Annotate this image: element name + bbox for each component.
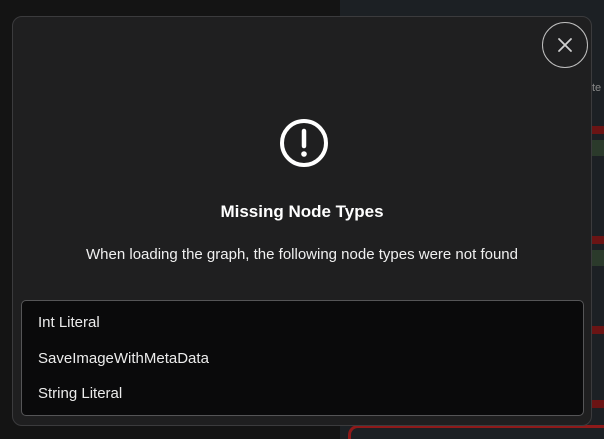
missing-node-types-dialog: Missing Node Types When loading the grap…	[12, 16, 592, 426]
close-button[interactable]	[542, 22, 588, 68]
dialog-message: When loading the graph, the following no…	[86, 246, 518, 263]
list-item: String Literal	[38, 385, 123, 402]
background-node-outline	[348, 425, 604, 439]
dialog-title: Missing Node Types	[220, 202, 384, 221]
list-item: SaveImageWithMetaData	[38, 349, 209, 367]
list-item: Int Literal	[38, 314, 100, 331]
missing-node-list: Int Literal SaveImageWithMetaData String…	[21, 300, 584, 416]
exclamation-circle-icon	[280, 119, 328, 167]
background-text-fragment: te	[592, 82, 602, 94]
close-icon	[558, 38, 572, 52]
